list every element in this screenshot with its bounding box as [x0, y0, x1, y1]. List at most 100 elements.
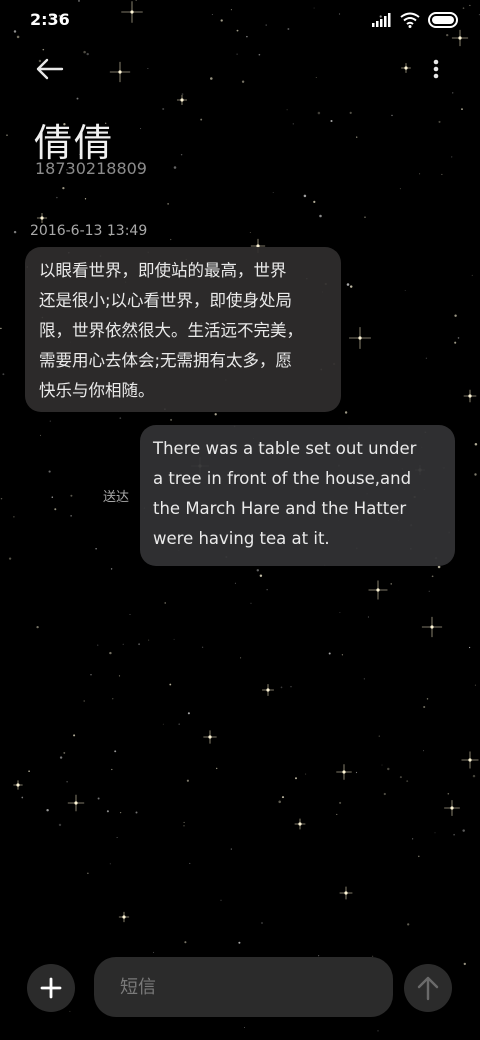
- star-dot: [170, 238, 172, 241]
- outgoing-message-bubble[interactable]: There was a table set out under a tree i…: [140, 425, 455, 566]
- star-sparkle: [401, 63, 411, 73]
- star-sparkle: [463, 389, 477, 403]
- star-sparkle: [13, 780, 23, 790]
- star-dot: [453, 833, 455, 836]
- send-button[interactable]: [404, 964, 452, 1012]
- star-dot: [119, 811, 122, 814]
- message-line: 快乐与你相随。: [39, 381, 155, 400]
- back-arrow-icon: [36, 58, 64, 80]
- star-dot: [140, 128, 142, 130]
- star-dot: [76, 97, 79, 100]
- star-sparkle: [444, 800, 460, 816]
- star-dot: [381, 764, 383, 766]
- star-dot: [319, 214, 322, 218]
- status-time: 2:36: [30, 10, 70, 29]
- contact-number: 18730218809: [35, 159, 147, 178]
- star-dot: [246, 35, 248, 38]
- star-dot: [399, 776, 402, 779]
- star-dot: [256, 569, 259, 572]
- back-button[interactable]: [34, 55, 66, 83]
- star-dot: [90, 674, 92, 676]
- star-dot: [249, 232, 251, 233]
- star-sparkle: [262, 684, 274, 696]
- star-dot: [303, 194, 307, 198]
- more-options-button[interactable]: [432, 58, 440, 82]
- star-dot: [463, 962, 466, 966]
- star-dot: [164, 602, 166, 604]
- star-sparkle: [421, 616, 443, 638]
- star-dot: [469, 4, 471, 6]
- star-dot: [189, 862, 191, 864]
- star-dot: [214, 413, 217, 416]
- star-dot: [423, 705, 426, 709]
- star-dot: [451, 92, 454, 94]
- star-sparkle: [109, 61, 131, 83]
- star-dot: [391, 114, 393, 117]
- star-sparkle: [121, 1, 143, 23]
- star-dot: [240, 657, 242, 659]
- star-dot: [364, 216, 366, 218]
- star-sparkle: [368, 580, 388, 600]
- star-sparkle: [451, 29, 469, 47]
- star-dot: [162, 723, 164, 725]
- star-dot: [40, 434, 42, 436]
- incoming-message-bubble[interactable]: 以眼看世界，即使站的最高，世界 还是很小;以心看世界，即使身处局 限，世界依然很…: [25, 247, 341, 412]
- star-dot: [201, 646, 204, 648]
- star-dot: [135, 0, 138, 1]
- star-dot: [170, 418, 173, 421]
- star-dot: [180, 153, 183, 156]
- star-dot: [66, 781, 68, 783]
- send-arrow-up-icon: [417, 976, 439, 1001]
- star-dot: [70, 494, 73, 497]
- star-dot: [295, 777, 297, 780]
- star-dot: [216, 767, 218, 770]
- star-dot: [426, 698, 429, 700]
- star-dot: [313, 200, 316, 204]
- delivery-status: 送达: [103, 490, 130, 505]
- star-dot: [220, 899, 222, 901]
- star-dot: [474, 473, 477, 476]
- star-dot: [330, 119, 333, 123]
- message-line: 以眼看世界，即使站的最高，世界: [39, 261, 287, 280]
- star-dot: [49, 420, 51, 422]
- star-dot: [119, 417, 122, 419]
- star-dot: [122, 643, 124, 645]
- status-icons: [372, 12, 460, 28]
- star-sparkle: [339, 886, 353, 900]
- star-dot: [211, 14, 213, 15]
- star-dot: [258, 53, 261, 56]
- star-dot: [468, 646, 471, 649]
- star-dot: [114, 750, 117, 753]
- star-dot: [431, 575, 434, 578]
- star-dot: [378, 735, 380, 737]
- star-dot: [446, 33, 449, 37]
- star-dot: [181, 93, 184, 95]
- star-dot: [200, 118, 203, 121]
- star-dot: [287, 28, 290, 30]
- message-input[interactable]: [118, 975, 372, 999]
- more-vertical-icon: [433, 59, 439, 79]
- message-line: the March Hare and the Hatter: [153, 499, 407, 518]
- star-dot: [281, 796, 285, 799]
- message-line: a tree in front of the house,and: [153, 469, 412, 488]
- star-dot: [13, 30, 17, 33]
- star-dot: [173, 166, 177, 169]
- star-dot: [336, 813, 338, 815]
- star-dot: [461, 108, 463, 110]
- star-dot: [313, 7, 315, 9]
- message-input-container[interactable]: [94, 957, 393, 1017]
- message-line: were having tea at it.: [153, 529, 330, 548]
- add-attachment-button[interactable]: [27, 964, 75, 1012]
- star-dot: [454, 341, 457, 344]
- star-dot: [69, 1010, 71, 1012]
- star-dot: [138, 643, 140, 646]
- star-dot: [234, 582, 236, 584]
- star-dot: [73, 734, 76, 737]
- star-dot: [63, 751, 66, 754]
- star-dot: [21, 796, 24, 799]
- star-dot: [42, 48, 45, 51]
- star-dot: [457, 337, 460, 339]
- message-line: 还是很小;以心看世界，即使身处局: [39, 291, 293, 310]
- star-dot: [434, 832, 436, 834]
- star-dot: [187, 712, 190, 715]
